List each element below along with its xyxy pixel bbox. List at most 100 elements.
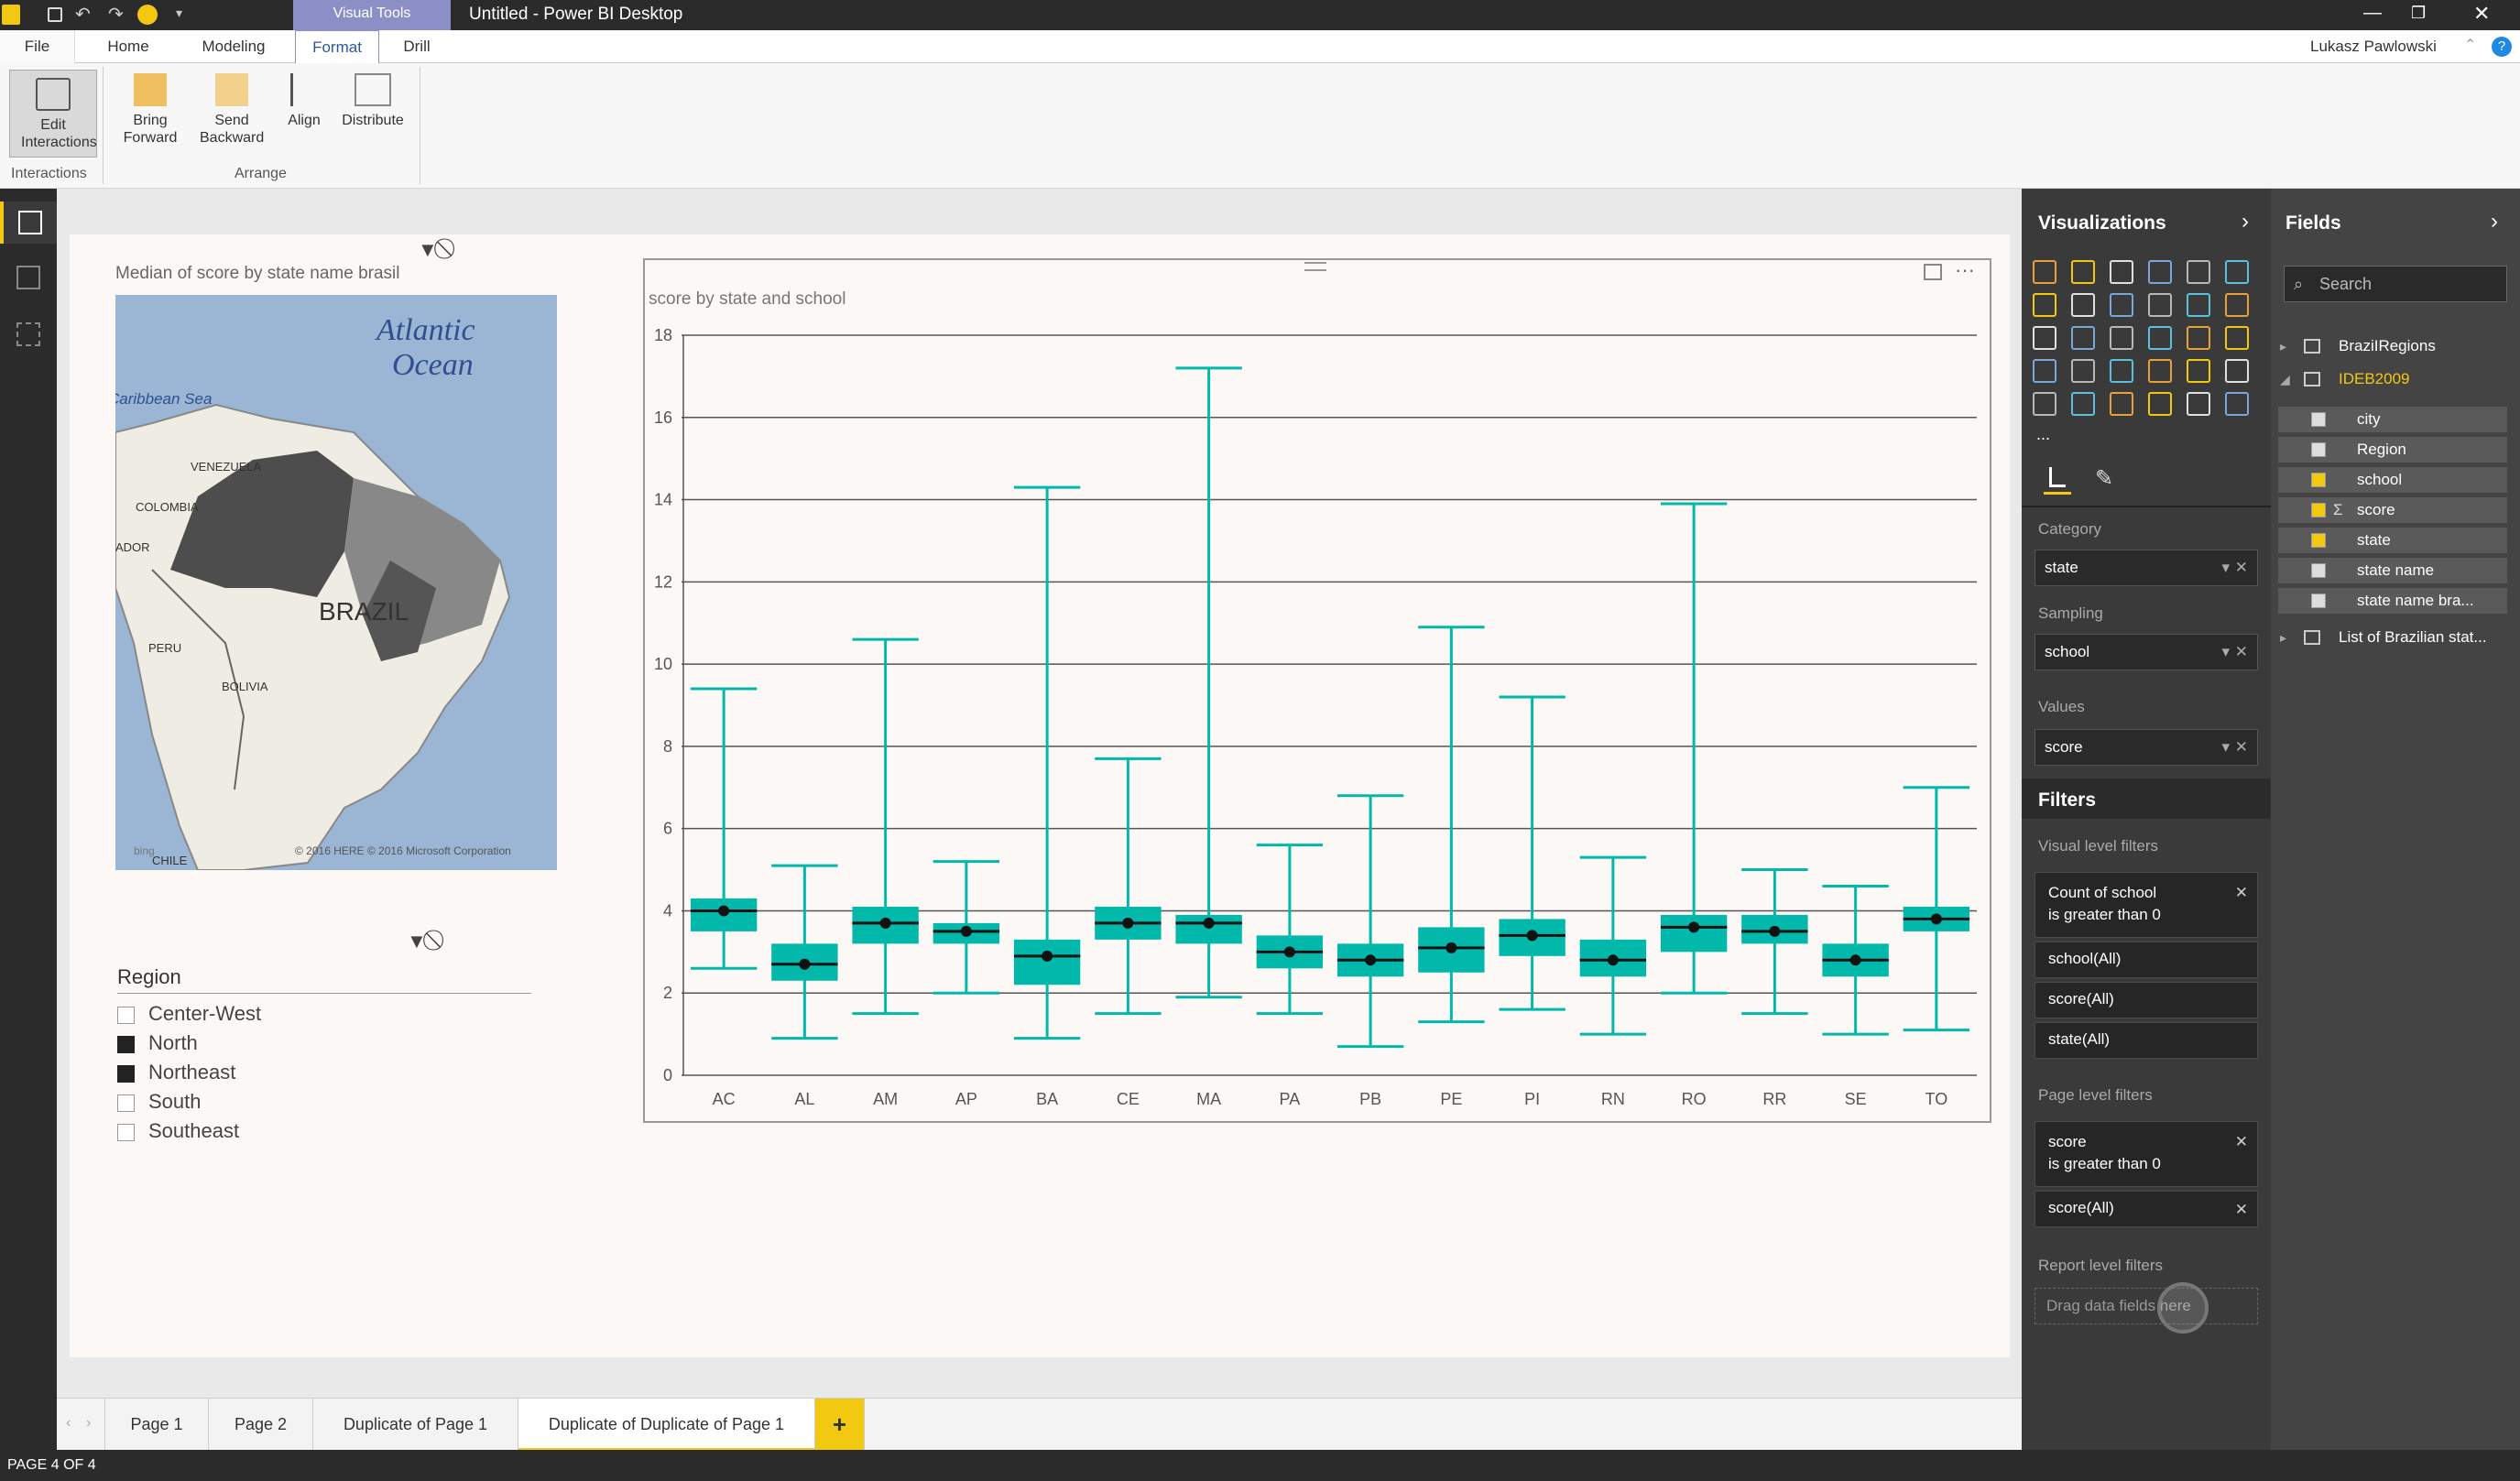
table-expand-icon[interactable]: ▸ [2280, 630, 2286, 646]
field-item[interactable]: school [2278, 467, 2507, 493]
filter-card[interactable]: Count of school is greater than 0 ✕ [2035, 872, 2258, 938]
tab-format[interactable]: Format [295, 30, 379, 63]
slicer-item[interactable]: South [117, 1090, 410, 1116]
slicer-item[interactable]: Southeast [117, 1119, 410, 1145]
fields-tab-icon[interactable] [2044, 463, 2071, 495]
visual-type-icon[interactable] [2225, 392, 2249, 416]
page-tab[interactable]: Duplicate of Page 1 [313, 1399, 518, 1451]
next-page-icon[interactable]: › [86, 1415, 91, 1432]
slicer-checkbox[interactable] [117, 1124, 135, 1141]
visual-type-icon[interactable] [2148, 392, 2172, 416]
minimize-button[interactable]: — [2363, 3, 2382, 24]
visual-type-icon[interactable] [2071, 293, 2095, 317]
filter-card[interactable]: score(All) [2035, 982, 2258, 1018]
field-checkbox[interactable] [2311, 563, 2326, 578]
visual-type-icon[interactable] [2110, 260, 2133, 284]
more-options-icon[interactable]: ··· [1955, 258, 1975, 282]
visual-type-icon[interactable] [2187, 359, 2210, 383]
field-item[interactable]: Σscore [2278, 497, 2507, 523]
save-icon[interactable] [48, 7, 62, 22]
filter-remove-icon[interactable]: ✕ [2235, 880, 2248, 906]
table-name[interactable]: IDEB2009 [2339, 370, 2410, 388]
tab-home[interactable]: Home [92, 30, 165, 63]
page-tab-active[interactable]: Duplicate of Duplicate of Page 1 [518, 1399, 815, 1451]
undo-icon[interactable]: ↶ [75, 3, 91, 26]
visual-type-icon[interactable] [2033, 326, 2056, 350]
field-item[interactable]: state [2278, 528, 2507, 553]
well-dropdown-icon[interactable]: ▾ [2221, 550, 2230, 585]
field-item[interactable]: Region [2278, 437, 2507, 463]
field-checkbox[interactable] [2311, 533, 2326, 548]
format-tab-icon[interactable]: ✎ [2095, 465, 2113, 492]
visual-type-icon[interactable] [2071, 392, 2095, 416]
filter-remove-icon[interactable]: ✕ [2235, 1129, 2248, 1155]
field-checkbox[interactable] [2311, 442, 2326, 457]
edit-interactions-button[interactable]: Edit Interactions [9, 70, 97, 158]
filter-card[interactable]: state(All) [2035, 1022, 2258, 1059]
visual-type-icon[interactable] [2110, 293, 2133, 317]
collapse-ribbon-icon[interactable]: ⌃ [2464, 36, 2476, 54]
drag-handle-icon[interactable] [1304, 262, 1326, 271]
slicer-item[interactable]: North [117, 1031, 410, 1057]
slicer-checkbox[interactable] [117, 1065, 135, 1083]
tab-modeling[interactable]: Modeling [183, 30, 284, 63]
sampling-well[interactable]: school ▾ ✕ [2035, 634, 2258, 670]
page-tab[interactable]: Page 2 [209, 1399, 313, 1451]
align-button[interactable]: Align [277, 73, 332, 129]
send-backward-button[interactable]: Send Backward [191, 73, 273, 147]
field-checkbox[interactable] [2311, 503, 2326, 517]
more-visuals-icon[interactable]: ... [2036, 425, 2050, 444]
add-page-button[interactable]: + [815, 1399, 865, 1451]
slicer-checkbox[interactable] [117, 1094, 135, 1112]
visual-type-icon[interactable] [2071, 359, 2095, 383]
tab-file[interactable]: File [0, 30, 75, 63]
well-dropdown-icon[interactable]: ▾ [2221, 635, 2230, 670]
close-button[interactable]: ✕ [2473, 2, 2490, 26]
visual-type-icon[interactable] [2148, 260, 2172, 284]
map-filter-icon[interactable]: ▼ [418, 238, 438, 262]
report-view-icon[interactable] [0, 201, 57, 244]
visual-type-icon[interactable] [2225, 359, 2249, 383]
prev-page-icon[interactable]: ‹ [66, 1415, 71, 1432]
visual-type-icon[interactable] [2148, 359, 2172, 383]
collapse-fields-icon[interactable]: › [2491, 209, 2498, 234]
table-expand-icon[interactable]: ◢ [2280, 372, 2290, 387]
visual-type-icon[interactable] [2071, 260, 2095, 284]
page-tab[interactable]: Page 1 [104, 1399, 209, 1451]
tab-drill[interactable]: Drill [385, 30, 449, 63]
visual-type-icon[interactable] [2033, 392, 2056, 416]
field-item[interactable]: city [2278, 407, 2507, 432]
category-well[interactable]: state ▾ ✕ [2035, 550, 2258, 586]
quick-access-dropdown-icon[interactable]: ▾ [176, 5, 182, 21]
slicer-checkbox[interactable] [117, 1007, 135, 1024]
filter-card[interactable]: school(All) [2035, 942, 2258, 978]
visual-type-icon[interactable] [2225, 293, 2249, 317]
map-visual[interactable]: Atlantic Ocean Caribbean Sea VENEZUELA C… [115, 295, 557, 870]
well-remove-icon[interactable]: ✕ [2235, 550, 2248, 585]
visual-type-icon[interactable] [2187, 326, 2210, 350]
filter-remove-icon[interactable]: ✕ [2235, 1197, 2248, 1223]
fields-search-input[interactable]: ⌕ Search [2284, 266, 2507, 302]
visual-type-icon[interactable] [2071, 326, 2095, 350]
table-name[interactable]: BraziIRegions [2339, 337, 2436, 355]
visual-type-icon[interactable] [2033, 293, 2056, 317]
redo-icon[interactable]: ↷ [108, 3, 124, 26]
filter-card[interactable]: score is greater than 0 ✕ [2035, 1121, 2258, 1187]
visual-type-icon[interactable] [2225, 326, 2249, 350]
slicer-filter-icon[interactable]: ▼ [407, 930, 427, 953]
table-expand-icon[interactable]: ▸ [2280, 339, 2286, 354]
well-dropdown-icon[interactable]: ▾ [2221, 730, 2230, 765]
data-view-icon[interactable] [16, 266, 40, 289]
visual-type-icon[interactable] [2187, 392, 2210, 416]
report-filter-dropzone[interactable]: Drag data fields here [2035, 1288, 2258, 1324]
visual-type-icon[interactable] [2110, 326, 2133, 350]
help-icon[interactable]: ? [2492, 37, 2512, 57]
field-item[interactable]: state name [2278, 558, 2507, 583]
visual-type-icon[interactable] [2033, 359, 2056, 383]
focus-mode-icon[interactable] [1924, 264, 1942, 280]
slicer-item[interactable]: Northeast [117, 1061, 410, 1086]
visual-type-icon[interactable] [2187, 260, 2210, 284]
field-checkbox[interactable] [2311, 412, 2326, 427]
visual-type-icon[interactable] [2148, 326, 2172, 350]
smile-icon[interactable] [137, 5, 158, 25]
